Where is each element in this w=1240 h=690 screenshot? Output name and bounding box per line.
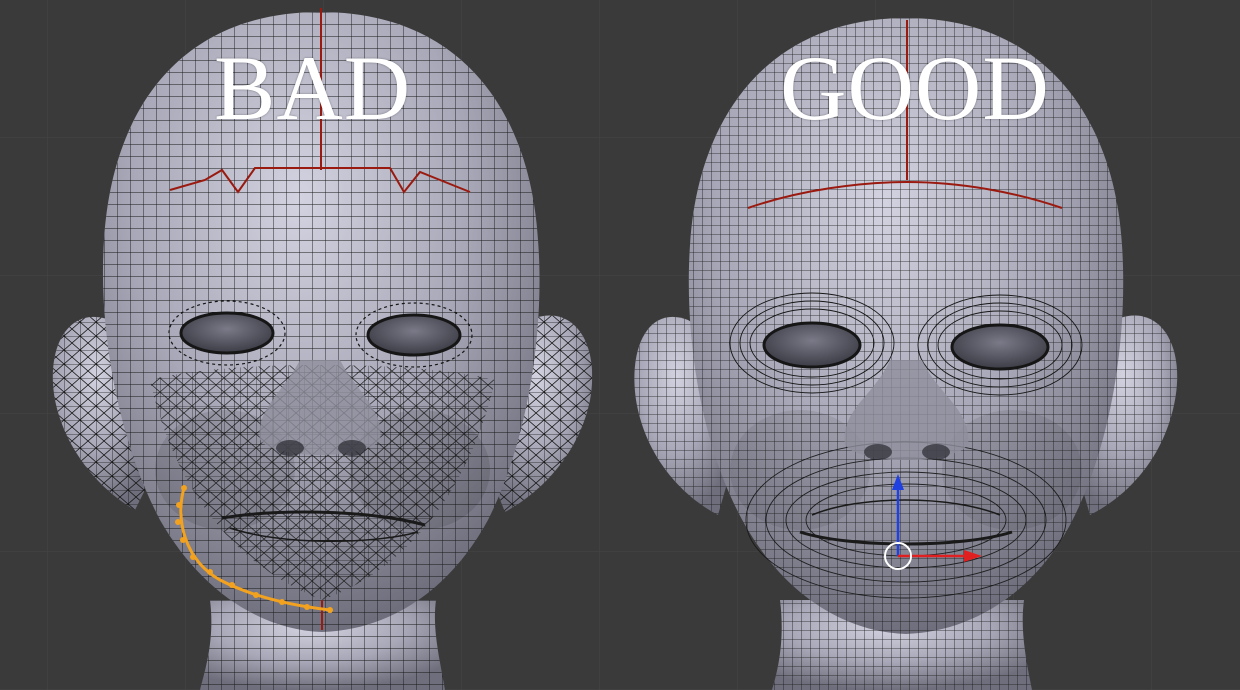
right-eye-bad [366,313,462,357]
left-eye-good [762,321,862,369]
3d-viewport[interactable]: BAD GOOD [0,0,1240,690]
right-eye-good [950,323,1050,371]
label-bad: BAD [214,37,412,139]
label-good: GOOD [780,37,1050,139]
viewport-canvas[interactable] [0,0,1240,690]
left-eye-bad [179,311,275,355]
